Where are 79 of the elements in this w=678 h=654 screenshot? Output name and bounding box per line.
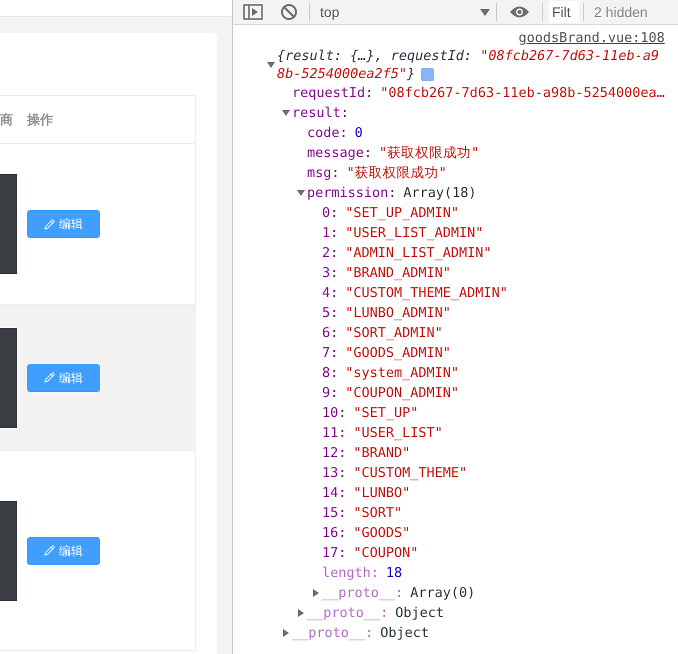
- property-value: 18: [386, 564, 402, 583]
- column-header: 商: [0, 110, 14, 129]
- property-value: "CUSTOM_THEME": [353, 464, 468, 483]
- property-value: "BRAND": [353, 444, 410, 463]
- property-value: "USER_LIST_ADMIN": [345, 224, 484, 243]
- property-value: "system_ADMIN": [345, 364, 460, 383]
- property-key: 13:: [322, 462, 346, 484]
- hidden-count: 2 hidden: [594, 2, 648, 22]
- property-value: "SET_UP_ADMIN": [345, 204, 460, 223]
- property-key: length:: [322, 562, 379, 584]
- collapse-triangle-icon[interactable]: [297, 189, 305, 197]
- property-key: permission:: [307, 182, 396, 204]
- property-value: "USER_LIST": [353, 424, 443, 443]
- pencil-icon: [44, 372, 55, 383]
- property-key: 5:: [322, 302, 338, 324]
- property-value: Array(18): [403, 184, 477, 203]
- property-value: "ADMIN_LIST_ADMIN": [345, 244, 492, 263]
- sidebar-toggle-icon[interactable]: [243, 4, 263, 20]
- property-value: "GOODS_ADMIN": [345, 344, 451, 363]
- property-key: result:: [292, 102, 349, 124]
- expand-triangle-icon[interactable]: [282, 629, 290, 637]
- property-value: Object: [395, 604, 444, 623]
- property-value: "08fcb267-7d63-11eb-a98b-5254000ea…: [380, 84, 665, 103]
- property-value: "COUPON": [353, 544, 418, 563]
- property-key: 16:: [322, 522, 346, 544]
- edit-button[interactable]: 编辑: [27, 364, 100, 392]
- property-key: 11:: [322, 422, 346, 444]
- property-key: 12:: [322, 442, 346, 464]
- property-value: "GOODS": [353, 524, 410, 543]
- property-value: "BRAND_ADMIN": [345, 264, 451, 283]
- property-value: Object: [380, 624, 430, 643]
- property-value: "LUNBO_ADMIN": [345, 304, 451, 323]
- property-value: 0: [354, 124, 363, 143]
- property-key: code:: [307, 122, 348, 144]
- property-key: 9:: [322, 382, 338, 404]
- property-key: 15:: [322, 502, 346, 524]
- property-value: "CUSTOM_THEME_ADMIN": [345, 284, 508, 303]
- dropdown-caret-icon: [480, 8, 490, 16]
- property-key: 17:: [322, 542, 346, 564]
- property-key: 8:: [322, 362, 338, 384]
- property-key: 10:: [322, 402, 346, 424]
- property-value: "LUNBO": [353, 484, 410, 503]
- property-key: msg:: [307, 162, 340, 184]
- property-value: "SET_UP": [353, 404, 418, 423]
- property-value: "获取权限成功": [379, 144, 480, 163]
- collapse-triangle-icon[interactable]: [282, 109, 290, 117]
- property-value: "获取权限成功": [346, 164, 447, 183]
- expand-triangle-icon[interactable]: [297, 609, 305, 617]
- property-key: 1:: [322, 222, 338, 244]
- property-key: 7:: [322, 342, 338, 364]
- property-value: "SORT_ADMIN": [345, 324, 443, 343]
- property-key: 14:: [322, 482, 346, 504]
- edit-button[interactable]: 编辑: [27, 210, 100, 238]
- collapse-triangle-icon[interactable]: [267, 61, 275, 69]
- edit-button[interactable]: 编辑: [27, 536, 100, 564]
- object-summary: 8b-5254000ea2f5"}: [277, 65, 416, 83]
- column-header: 操作: [27, 110, 53, 129]
- property-key: 4:: [322, 282, 338, 304]
- eye-icon[interactable]: [509, 5, 530, 19]
- clear-console-icon[interactable]: [280, 3, 298, 21]
- filter-field[interactable]: Filt: [549, 1, 579, 23]
- property-key: message:: [307, 142, 372, 164]
- object-summary: {result: {…}, requestId: "08fcb267-7d63-11eb-a9: [277, 47, 660, 65]
- property-key: __proto__:: [307, 602, 388, 624]
- property-value: "COUPON_ADMIN": [345, 384, 460, 403]
- property-key: 2:: [322, 242, 338, 264]
- context-select[interactable]: top: [320, 2, 496, 22]
- pencil-icon: [44, 218, 55, 230]
- property-key: __proto__:: [292, 622, 374, 644]
- property-key: 6:: [322, 322, 338, 344]
- property-key: __proto__:: [322, 582, 404, 604]
- property-value: Array(0): [410, 584, 476, 603]
- property-key: requestId:: [292, 82, 374, 104]
- source-link[interactable]: goodsBrand.vue:108: [518, 28, 665, 48]
- pencil-icon: [44, 545, 55, 556]
- property-key: 0:: [322, 202, 338, 224]
- property-key: 3:: [322, 262, 338, 284]
- property-value: "SORT": [353, 504, 402, 523]
- expand-triangle-icon[interactable]: [312, 589, 320, 597]
